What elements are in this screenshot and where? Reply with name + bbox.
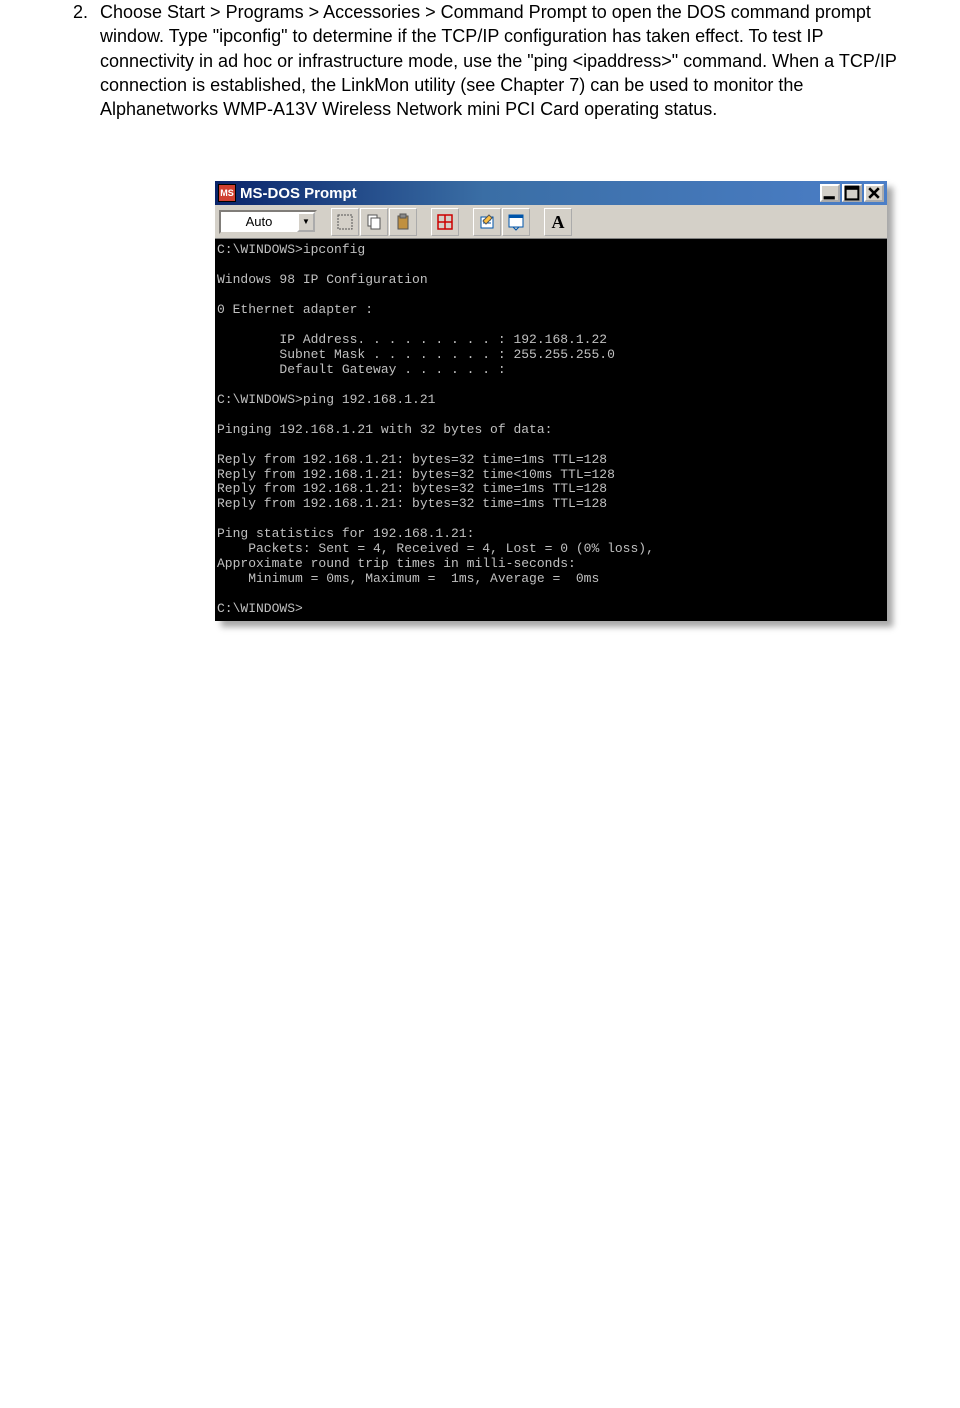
dos-window: MS MS-DOS Prompt Auto ▼ xyxy=(215,181,887,620)
copy-icon xyxy=(364,212,384,232)
toolbar-group-1 xyxy=(331,208,417,236)
msdos-icon: MS xyxy=(218,184,236,202)
minimize-button[interactable] xyxy=(820,184,840,202)
mark-button[interactable] xyxy=(331,208,359,236)
font-size-combo[interactable]: Auto ▼ xyxy=(219,210,317,234)
instruction-text: Choose Start > Programs > Accessories > … xyxy=(100,0,900,121)
terminal-output: C:\WINDOWS>ipconfig Windows 98 IP Config… xyxy=(215,239,887,620)
close-icon xyxy=(866,185,882,201)
background-icon xyxy=(506,212,526,232)
fullscreen-button[interactable] xyxy=(431,208,459,236)
properties-icon xyxy=(477,212,497,232)
instruction-step: 2. Choose Start > Programs > Accessories… xyxy=(60,0,900,121)
maximize-icon xyxy=(844,185,860,201)
minimize-icon xyxy=(822,185,838,201)
chevron-down-icon: ▼ xyxy=(297,212,315,232)
copy-button[interactable] xyxy=(360,208,388,236)
titlebar: MS MS-DOS Prompt xyxy=(215,181,887,205)
font-button[interactable]: A xyxy=(544,208,572,236)
properties-button[interactable] xyxy=(473,208,501,236)
paste-icon xyxy=(393,212,413,232)
toolbar: Auto ▼ xyxy=(215,205,887,239)
background-button[interactable] xyxy=(502,208,530,236)
paste-button[interactable] xyxy=(389,208,417,236)
font-a-icon: A xyxy=(548,212,568,232)
mark-icon xyxy=(335,212,355,232)
combo-value: Auto xyxy=(221,214,297,229)
maximize-button[interactable] xyxy=(842,184,862,202)
toolbar-group-2 xyxy=(431,208,459,236)
toolbar-group-3 xyxy=(473,208,530,236)
window-controls xyxy=(820,184,884,202)
instruction-number: 2. xyxy=(60,0,100,121)
toolbar-group-4: A xyxy=(544,208,572,236)
svg-text:A: A xyxy=(552,212,565,232)
close-button[interactable] xyxy=(864,184,884,202)
fullscreen-icon xyxy=(435,212,455,232)
window-title: MS-DOS Prompt xyxy=(240,185,820,202)
